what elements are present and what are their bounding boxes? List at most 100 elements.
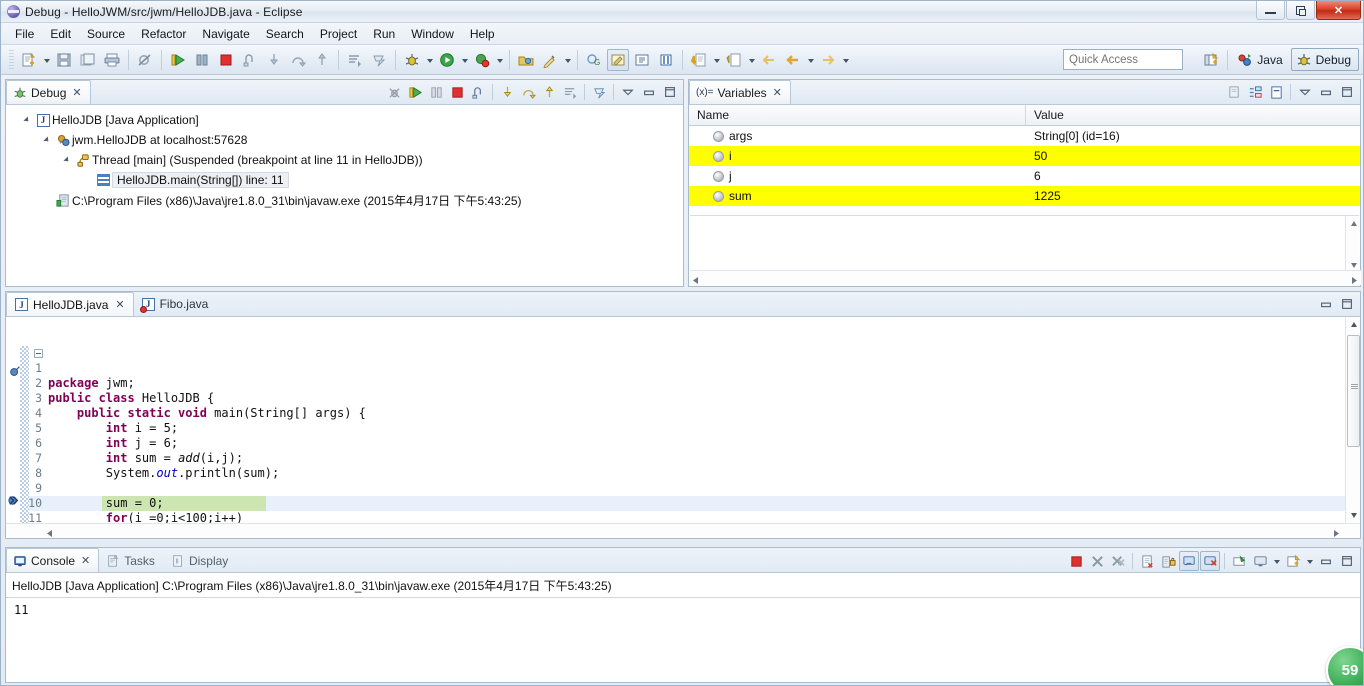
menu-navigate[interactable]: Navigate: [194, 25, 257, 43]
maximize-view-button[interactable]: [660, 82, 680, 102]
use-step-filters-button[interactable]: [589, 82, 609, 102]
variables-view-menu-button[interactable]: [1295, 82, 1315, 102]
show-type-names-button[interactable]: [1224, 82, 1244, 102]
tab-fibo-java[interactable]: J Fibo.java: [134, 292, 217, 316]
clear-console-button[interactable]: [1137, 551, 1157, 571]
table-row[interactable]: sum 1225: [689, 186, 1360, 206]
perspective-debug[interactable]: Debug: [1290, 48, 1359, 71]
step-over-button-view[interactable]: [518, 82, 538, 102]
run-last-dropdown[interactable]: [494, 49, 505, 71]
variable-value[interactable]: String[0] (id=16): [1026, 129, 1360, 143]
menu-source[interactable]: Source: [79, 25, 133, 43]
next-annotation-nav-dropdown[interactable]: [746, 49, 757, 71]
menu-window[interactable]: Window: [403, 25, 462, 43]
show-logical-structure-button[interactable]: [1245, 82, 1265, 102]
collapse-all-button[interactable]: [1266, 82, 1286, 102]
step-into-button[interactable]: [263, 49, 285, 71]
suspend-button[interactable]: [191, 49, 213, 71]
tab-variables-close-icon[interactable]: ✕: [773, 86, 782, 99]
show-console-on-error-button[interactable]: [1200, 551, 1220, 571]
restore-button[interactable]: [1286, 1, 1315, 20]
toolbar-grip[interactable]: [9, 49, 14, 70]
forward-history-dropdown[interactable]: [840, 49, 851, 71]
tab-display[interactable]: Ⅱ Display: [164, 548, 237, 572]
perspective-java[interactable]: Java: [1232, 48, 1290, 71]
debug-dropdown[interactable]: [424, 49, 435, 71]
expand-arrow-icon[interactable]: [20, 117, 34, 123]
scroll-lock-button[interactable]: [1158, 551, 1178, 571]
backward-history-dropdown[interactable]: [805, 49, 816, 71]
variables-hscrollbar[interactable]: [690, 270, 1361, 285]
next-edit-location-button[interactable]: G: [583, 49, 605, 71]
variables-minimize-button[interactable]: [1316, 82, 1336, 102]
resume-button[interactable]: [167, 49, 189, 71]
next-annotation-nav-button[interactable]: [723, 49, 745, 71]
show-console-on-output-button[interactable]: [1179, 551, 1199, 571]
tree-item-stackframe[interactable]: HelloJDB.main(String[]) line: 11: [6, 170, 683, 190]
expand-arrow-icon[interactable]: [60, 157, 74, 163]
quick-access-input[interactable]: [1063, 49, 1183, 70]
scroll-left-icon[interactable]: [692, 274, 700, 288]
tab-variables[interactable]: (x)= Variables ✕: [689, 80, 791, 104]
external-tools-button[interactable]: [368, 49, 390, 71]
view-menu-button[interactable]: [618, 82, 638, 102]
table-row[interactable]: args String[0] (id=16): [689, 126, 1360, 146]
suspend-button-view[interactable]: [426, 82, 446, 102]
remove-launch-button[interactable]: [1087, 551, 1107, 571]
previous-annotation-dropdown[interactable]: [711, 49, 722, 71]
display-selected-console-button[interactable]: [1250, 551, 1270, 571]
next-annotation-button[interactable]: [344, 49, 366, 71]
scroll-left-icon[interactable]: [46, 527, 54, 538]
print-button[interactable]: [101, 49, 123, 71]
terminate-console-button[interactable]: [1066, 551, 1086, 571]
resume-button-view[interactable]: [405, 82, 425, 102]
console-output[interactable]: 11: [6, 598, 1360, 617]
run-button[interactable]: [436, 49, 458, 71]
scroll-down-icon[interactable]: [1346, 507, 1360, 522]
tree-item-process[interactable]: C:\Program Files (x86)\Java\jre1.8.0_31\…: [6, 190, 683, 210]
editor-hscrollbar[interactable]: [6, 523, 1360, 538]
new-wizard-button[interactable]: [18, 49, 40, 71]
tab-console[interactable]: Console ✕: [6, 548, 100, 572]
menu-file[interactable]: File: [7, 25, 42, 43]
variables-maximize-button[interactable]: [1337, 82, 1357, 102]
tree-item-thread[interactable]: Thread [main] (Suspended (breakpoint at …: [6, 150, 683, 170]
terminate-button[interactable]: [215, 49, 237, 71]
menu-search[interactable]: Search: [258, 25, 312, 43]
back-button[interactable]: [758, 49, 780, 71]
tab-console-close-icon[interactable]: ✕: [81, 554, 90, 567]
menu-refactor[interactable]: Refactor: [133, 25, 194, 43]
editor-vscroll-thumb[interactable]: [1347, 335, 1360, 447]
run-dropdown[interactable]: [459, 49, 470, 71]
save-button[interactable]: [53, 49, 75, 71]
save-all-button[interactable]: [77, 49, 99, 71]
variables-detail-vscrollbar[interactable]: [1345, 216, 1359, 272]
console-maximize-button[interactable]: [1337, 551, 1357, 571]
toggle-block-selection-button[interactable]: [655, 49, 677, 71]
show-whitespace-button[interactable]: [631, 49, 653, 71]
disconnect-button-view[interactable]: [468, 82, 488, 102]
disconnect-button[interactable]: [239, 49, 261, 71]
step-return-button[interactable]: [311, 49, 333, 71]
step-over-button[interactable]: [287, 49, 309, 71]
column-header-value[interactable]: Value: [1026, 105, 1360, 125]
skip-breakpoints-button[interactable]: [134, 49, 156, 71]
minimize-view-button[interactable]: [639, 82, 659, 102]
tree-item-vm[interactable]: jwm.HelloJDB at localhost:57628: [6, 130, 683, 150]
debug-tree[interactable]: J HelloJDB [Java Application] jwm.HelloJ…: [6, 105, 683, 210]
console-minimize-button[interactable]: [1316, 551, 1336, 571]
scroll-up-icon[interactable]: [1346, 317, 1360, 332]
expand-arrow-icon[interactable]: [40, 137, 54, 143]
tab-hellojdb-java[interactable]: J HelloJDB.java ✕: [6, 292, 134, 316]
menu-run[interactable]: Run: [365, 25, 403, 43]
menu-edit[interactable]: Edit: [42, 25, 79, 43]
tab-tasks[interactable]: Tasks: [99, 548, 164, 572]
scroll-right-icon[interactable]: [1332, 527, 1340, 538]
column-header-name[interactable]: Name: [689, 105, 1026, 125]
step-into-button-view[interactable]: [497, 82, 517, 102]
previous-annotation-button[interactable]: [688, 49, 710, 71]
variable-value[interactable]: 1225: [1026, 189, 1360, 203]
tab-debug-close-icon[interactable]: ✕: [72, 86, 81, 99]
backward-history-button[interactable]: [782, 49, 804, 71]
close-button[interactable]: ✕: [1316, 1, 1361, 20]
